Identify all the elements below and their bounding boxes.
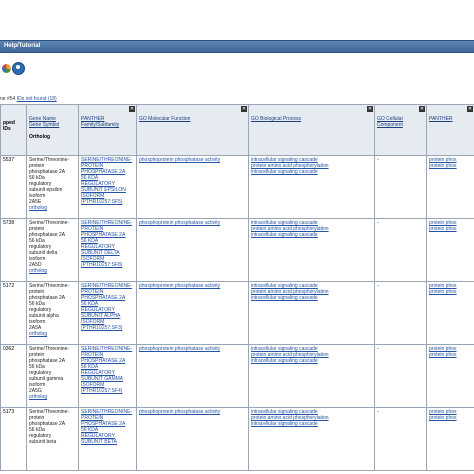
go-bp-link[interactable]: intracellular signaling cascade [251,169,372,175]
go-cc-cell: - [374,344,427,408]
panther-family-link[interactable]: (PTHR10257:SF3) [81,325,134,331]
results-info: ne #54 IDs not found (18) [0,96,57,102]
protein-class-link[interactable]: protein phos [429,289,472,295]
ortholog-link[interactable]: ortholog [29,205,76,211]
go-cc-value: - [377,283,379,289]
mapped-id: 0362 [3,346,15,352]
results-count: ne #54 [0,96,16,102]
go-bp-cell: intracellular signaling cascade protein a… [248,218,375,282]
close-column-icon[interactable]: ✕ [467,106,473,112]
go-cc-value: - [377,409,379,415]
gene-name-cell: Serine/Threonine-protein phosphatase 2A 56… [26,407,79,471]
ortholog-link[interactable]: ortholog [29,394,76,400]
ids-not-found-link[interactable]: IDs not found (18) [17,96,57,102]
go-cc-cell: - [374,218,427,282]
go-cc-value: - [377,157,379,163]
gene-name-cell: Serine/Threonine-protein phosphatase 2A 56… [26,344,79,408]
gene-name-cell: Serine/Threonine-protein phosphatase 2A 56… [26,155,79,219]
panther-family-link[interactable]: SUBUNIT BETA [81,439,134,445]
protein-class-link[interactable]: protein phos [429,352,472,358]
mapped-id: 5738 [3,220,15,226]
pie-chart-icon[interactable] [2,64,11,73]
ortholog-link[interactable]: ortholog [29,331,76,337]
go-cc-value: - [377,220,379,226]
go-bp-link[interactable]: intracellular signaling cascade [251,358,372,364]
table-row: 5537 Serine/Threonine-protein phosphatase … [0,155,474,219]
protein-class-link[interactable]: protein phos [429,415,472,421]
go-cc-cell: - [374,281,427,345]
panther-family-link[interactable]: (PTHR10257:SF4) [81,388,134,394]
panther-family-cell: SERINE/THREONINE- PROTEIN PHOSPHATASE 2A 56… [78,155,137,219]
protein-class-link[interactable]: protein phos [429,226,472,232]
protein-class-cell: protein phos protein phos [426,218,474,282]
panther-protein-class-header[interactable]: ✕ PANTHER [426,104,474,156]
go-bp-cell: intracellular signaling cascade protein a… [248,155,375,219]
panther-family-link[interactable]: (PTHR10257:SF5) [81,199,134,205]
go-mf-link[interactable]: phosphoprotein phosphatase activity [139,157,246,163]
mapped-id: 5173 [3,409,15,415]
go-bp-link[interactable]: intracellular signaling cascade [251,421,372,427]
go-mf-link[interactable]: phosphoprotein phosphatase activity [139,409,246,415]
go-mf-cell: phosphoprotein phosphatase activity [136,281,249,345]
page-top [0,0,474,40]
go-bp-cell: intracellular signaling cascade protein a… [248,407,375,471]
menu-bar: Help/Tutorial [0,40,474,53]
ortholog-header: Ortholog [29,134,51,140]
protein-class-cell: protein phos protein phos [426,155,474,219]
panther-family-cell: SERINE/THREONINE- PROTEIN PHOSPHATASE 2A 56… [78,407,137,471]
go-cc-cell: - [374,407,427,471]
close-column-icon[interactable]: ✕ [129,106,135,112]
go-mf-cell: phosphoprotein phosphatase activity [136,155,249,219]
go-bp-link[interactable]: intracellular signaling cascade [251,295,372,301]
go-cellular-component-header[interactable]: ✕ GO Cellular Component [374,104,427,156]
protein-class-cell: protein phos protein phos [426,281,474,345]
results-body: 5537 Serine/Threonine-protein phosphatase … [0,155,474,471]
table-row: 0362 Serine/Threonine-protein phosphatase … [0,344,474,408]
go-mf-cell: phosphoprotein phosphatase activity [136,218,249,282]
mapped-id-cell: 5738 [0,218,27,282]
ortholog-link[interactable]: ortholog [29,268,76,274]
mapped-id: 5537 [3,157,15,163]
go-molecular-function-header[interactable]: ✕ GO Molecular Function [136,104,249,156]
protein-class-cell: protein phos protein phos [426,344,474,408]
results-table: pped IDs Gene Name Gene Symbol Ortholog … [0,104,474,471]
panther-family-header[interactable]: ✕ PANTHER Family/Subfamily [78,104,137,156]
gene-name-cell: Serine/Threonine-protein phosphatase 2A 56… [26,218,79,282]
go-bp-link[interactable]: intracellular signaling cascade [251,232,372,238]
panther-family-cell: SERINE/THREONINE- PROTEIN PHOSPHATASE 2A 56… [78,281,137,345]
go-mf-link[interactable]: phosphoprotein phosphatase activity [139,220,246,226]
mapped-ids-header[interactable]: pped IDs [0,104,27,156]
table-row: 5172 Serine/Threonine-protein phosphatase … [0,281,474,345]
gene-name-line: subunit beta [29,439,57,445]
go-biological-process-header[interactable]: ✕ GO Biological Process [248,104,375,156]
help-tutorial-link[interactable]: Help/Tutorial [4,41,40,52]
gene-name-cell: Serine/Threonine-protein phosphatase 2A 56… [26,281,79,345]
go-bp-cell: intracellular signaling cascade protein a… [248,344,375,408]
go-cc-value: - [377,346,379,352]
table-row: 5173 Serine/Threonine-protein phosphatase … [0,407,474,471]
go-mf-link[interactable]: phosphoprotein phosphatase activity [139,283,246,289]
go-bp-cell: intracellular signaling cascade protein a… [248,281,375,345]
close-column-icon[interactable]: ✕ [367,106,373,112]
go-cc-cell: - [374,155,427,219]
go-mf-cell: phosphoprotein phosphatase activity [136,344,249,408]
gene-name-header[interactable]: Gene Name Gene Symbol Ortholog [26,104,79,156]
panther-family-link[interactable]: (PTHR10257:SF8) [81,262,134,268]
mapped-id-cell: 5173 [0,407,27,471]
close-column-icon[interactable]: ✕ [419,106,425,112]
panther-family-cell: SERINE/THREONINE- PROTEIN PHOSPHATASE 2A 56… [78,344,137,408]
mapped-id-cell: 5172 [0,281,27,345]
protein-class-cell: protein phos protein phos [426,407,474,471]
close-column-icon[interactable]: ✕ [241,106,247,112]
mapped-id-cell: 0362 [0,344,27,408]
panther-family-cell: SERINE/THREONINE- PROTEIN PHOSPHATASE 2A 56… [78,218,137,282]
mapped-id-cell: 5537 [0,155,27,219]
info-icon[interactable] [12,62,25,75]
protein-class-link[interactable]: protein phos [429,163,472,169]
go-mf-cell: phosphoprotein phosphatase activity [136,407,249,471]
go-mf-link[interactable]: phosphoprotein phosphatase activity [139,346,246,352]
table-row: 5738 Serine/Threonine-protein phosphatase … [0,218,474,282]
mapped-id: 5172 [3,283,15,289]
